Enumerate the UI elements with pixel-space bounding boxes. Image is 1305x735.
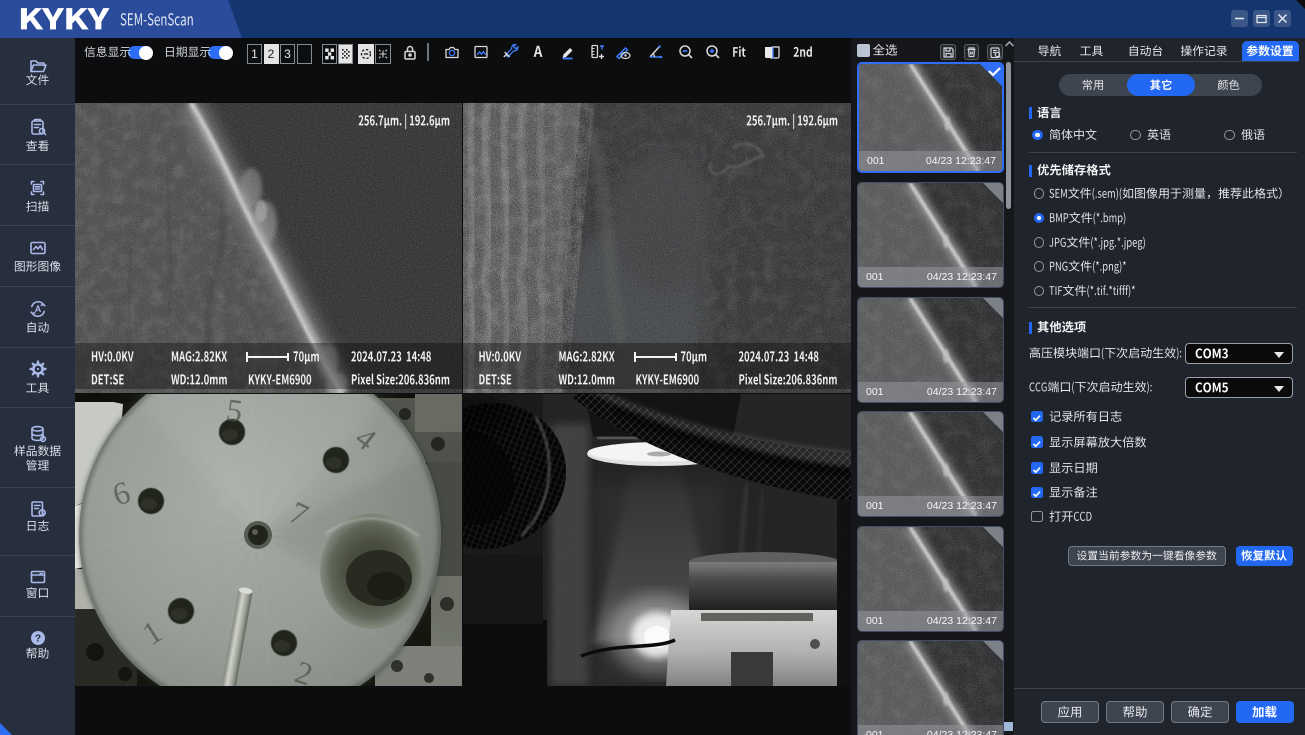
svg-text:?: ? bbox=[34, 632, 40, 644]
svg-text:A: A bbox=[34, 304, 41, 314]
